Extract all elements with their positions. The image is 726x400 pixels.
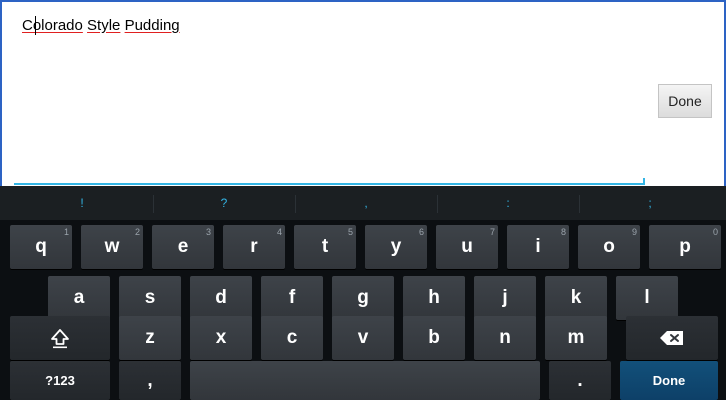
note-editor[interactable]: Colorado Style Pudding Done xyxy=(0,0,726,186)
soft-keyboard: ! ? , : ; q1 w2 e3 r4 t5 y6 u7 i8 o9 p0 … xyxy=(0,186,726,400)
comma-key[interactable]: , xyxy=(119,361,181,400)
key-v[interactable]: v xyxy=(332,316,394,360)
text-input[interactable]: Colorado Style Pudding xyxy=(22,17,180,34)
key-g[interactable]: g xyxy=(332,276,394,320)
suggestion-item[interactable]: ? xyxy=(154,186,294,220)
key-k[interactable]: k xyxy=(545,276,607,320)
word: Colorado xyxy=(22,17,83,34)
key-f[interactable]: f xyxy=(261,276,323,320)
shift-icon xyxy=(51,329,69,349)
key-j[interactable]: j xyxy=(474,276,536,320)
key-t[interactable]: t5 xyxy=(294,225,356,269)
key-x[interactable]: x xyxy=(190,316,252,360)
field-underline-end xyxy=(643,178,645,185)
space-key[interactable] xyxy=(190,361,540,400)
key-o[interactable]: o9 xyxy=(578,225,640,269)
key-p[interactable]: p0 xyxy=(649,225,721,269)
word: Style xyxy=(87,17,121,34)
suggestion-item[interactable]: , xyxy=(296,186,436,220)
key-i[interactable]: i8 xyxy=(507,225,569,269)
key-s[interactable]: s xyxy=(119,276,181,320)
suggestion-item[interactable]: : xyxy=(438,186,578,220)
suggestion-item[interactable]: ; xyxy=(580,186,720,220)
suggestion-strip: ! ? , : ; xyxy=(0,186,726,220)
backspace-icon xyxy=(660,331,683,345)
key-d[interactable]: d xyxy=(190,276,252,320)
key-m[interactable]: m xyxy=(545,316,607,360)
key-u[interactable]: u7 xyxy=(436,225,498,269)
key-l[interactable]: l xyxy=(616,276,678,320)
word: Pudding xyxy=(124,17,180,34)
key-b[interactable]: b xyxy=(403,316,465,360)
key-n[interactable]: n xyxy=(474,316,536,360)
period-key[interactable]: . xyxy=(549,361,611,400)
text-cursor xyxy=(35,16,36,35)
key-w[interactable]: w2 xyxy=(81,225,143,269)
key-e[interactable]: e3 xyxy=(152,225,214,269)
keyboard-done-key[interactable]: Done xyxy=(620,361,718,400)
key-r[interactable]: r4 xyxy=(223,225,285,269)
shift-key[interactable] xyxy=(10,316,110,360)
key-y[interactable]: y6 xyxy=(365,225,427,269)
key-q[interactable]: q1 xyxy=(10,225,72,269)
suggestion-item[interactable]: ! xyxy=(12,186,152,220)
done-button[interactable]: Done xyxy=(658,84,712,118)
key-h[interactable]: h xyxy=(403,276,465,320)
symbols-key[interactable]: ?123 xyxy=(10,361,110,400)
key-c[interactable]: c xyxy=(261,316,323,360)
backspace-key[interactable] xyxy=(626,316,718,360)
key-a[interactable]: a xyxy=(48,276,110,320)
key-z[interactable]: z xyxy=(119,316,181,360)
field-underline xyxy=(14,183,645,185)
